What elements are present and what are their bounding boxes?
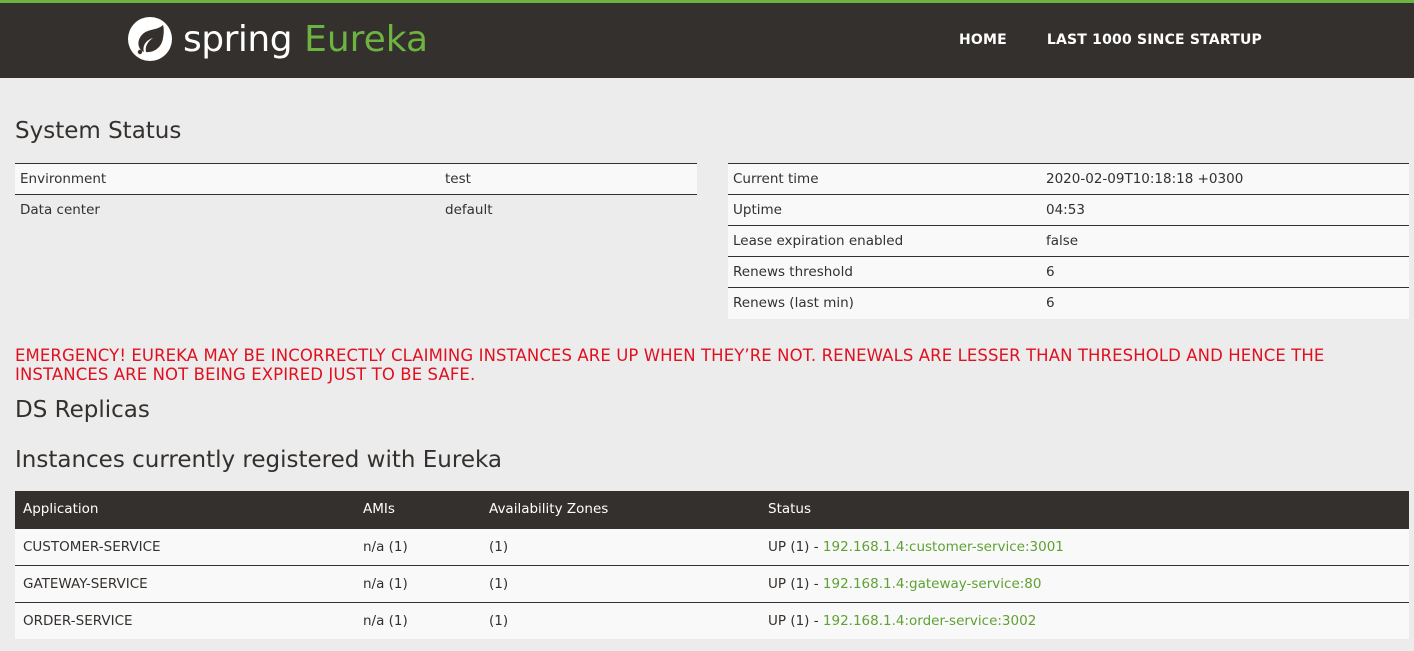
status-text: UP (1) -	[768, 612, 823, 629]
col-status: Status	[760, 491, 1409, 528]
renews-last-min-value: 6	[1041, 287, 1409, 319]
spring-leaf-icon	[128, 17, 172, 61]
instance-link[interactable]: 192.168.1.4:customer-service:3001	[823, 539, 1064, 555]
table-row: GATEWAY-SERVICE n/a (1) (1) UP (1) - 192…	[15, 564, 1409, 602]
env-value: test	[440, 163, 697, 195]
table-row: CUSTOMER-SERVICE n/a (1) (1) UP (1) - 19…	[15, 527, 1409, 565]
instances-table: Application AMIs Availability Zones Stat…	[15, 491, 1409, 639]
app-status: UP (1) - 192.168.1.4:gateway-service:80	[760, 564, 1409, 602]
col-amis: AMIs	[355, 491, 481, 528]
system-status-heading: System Status	[15, 118, 182, 144]
table-row: Current time 2020-02-09T10:18:18 +0300	[728, 163, 1409, 195]
renews-last-min-label: Renews (last min)	[728, 287, 1041, 319]
ds-replicas-heading: DS Replicas	[15, 397, 150, 423]
brand-spring-text: spring	[183, 18, 293, 60]
env-label: Environment	[15, 163, 440, 195]
nav-home-link[interactable]: HOME	[959, 32, 1007, 48]
nav-last-1000-link[interactable]: LAST 1000 SINCE STARTUP	[1047, 32, 1262, 48]
instance-link[interactable]: 192.168.1.4:gateway-service:80	[823, 576, 1042, 592]
table-row: Renews (last min) 6	[728, 287, 1409, 319]
emergency-warning: EMERGENCY! EUREKA MAY BE INCORRECTLY CLA…	[15, 346, 1325, 384]
table-row: Uptime 04:53	[728, 194, 1409, 226]
table-row: Lease expiration enabled false	[728, 225, 1409, 257]
app-status: UP (1) - 192.168.1.4:order-service:3002	[760, 601, 1409, 639]
app-zones: (1)	[481, 601, 760, 639]
app-name: CUSTOMER-SERVICE	[15, 527, 355, 565]
status-text: UP (1) -	[768, 575, 823, 592]
uptime-label: Uptime	[728, 194, 1041, 226]
renews-threshold-value: 6	[1041, 256, 1409, 288]
renews-threshold-label: Renews threshold	[728, 256, 1041, 288]
instances-heading: Instances currently registered with Eure…	[15, 447, 502, 473]
status-text: UP (1) -	[768, 538, 823, 555]
system-status-left-table: Environment test Data center default	[15, 163, 697, 226]
col-availability-zones: Availability Zones	[481, 491, 760, 528]
col-application: Application	[15, 491, 355, 528]
uptime-value: 04:53	[1041, 194, 1409, 226]
app-status: UP (1) - 192.168.1.4:customer-service:30…	[760, 527, 1409, 565]
table-row: Renews threshold 6	[728, 256, 1409, 288]
current-time-label: Current time	[728, 163, 1041, 195]
app-amis: n/a (1)	[355, 601, 481, 639]
top-navbar: spring Eureka HOME LAST 1000 SINCE START…	[0, 0, 1414, 78]
nav-links: HOME LAST 1000 SINCE STARTUP	[959, 32, 1262, 48]
datacenter-label: Data center	[15, 194, 440, 226]
instance-link[interactable]: 192.168.1.4:order-service:3002	[823, 613, 1036, 629]
datacenter-value: default	[440, 194, 697, 226]
app-zones: (1)	[481, 564, 760, 602]
app-amis: n/a (1)	[355, 527, 481, 565]
table-row: ORDER-SERVICE n/a (1) (1) UP (1) - 192.1…	[15, 601, 1409, 639]
table-row: Data center default	[15, 194, 697, 226]
brand-logo[interactable]: spring Eureka	[127, 15, 428, 63]
system-status-right-table: Current time 2020-02-09T10:18:18 +0300 U…	[728, 163, 1409, 319]
app-name: GATEWAY-SERVICE	[15, 564, 355, 602]
app-name: ORDER-SERVICE	[15, 601, 355, 639]
app-amis: n/a (1)	[355, 564, 481, 602]
lease-expiration-value: false	[1041, 225, 1409, 257]
current-time-value: 2020-02-09T10:18:18 +0300	[1041, 163, 1409, 195]
brand-eureka-text: Eureka	[304, 18, 429, 60]
app-zones: (1)	[481, 527, 760, 565]
table-row: Environment test	[15, 163, 697, 195]
lease-expiration-label: Lease expiration enabled	[728, 225, 1041, 257]
table-header-row: Application AMIs Availability Zones Stat…	[15, 491, 1409, 528]
